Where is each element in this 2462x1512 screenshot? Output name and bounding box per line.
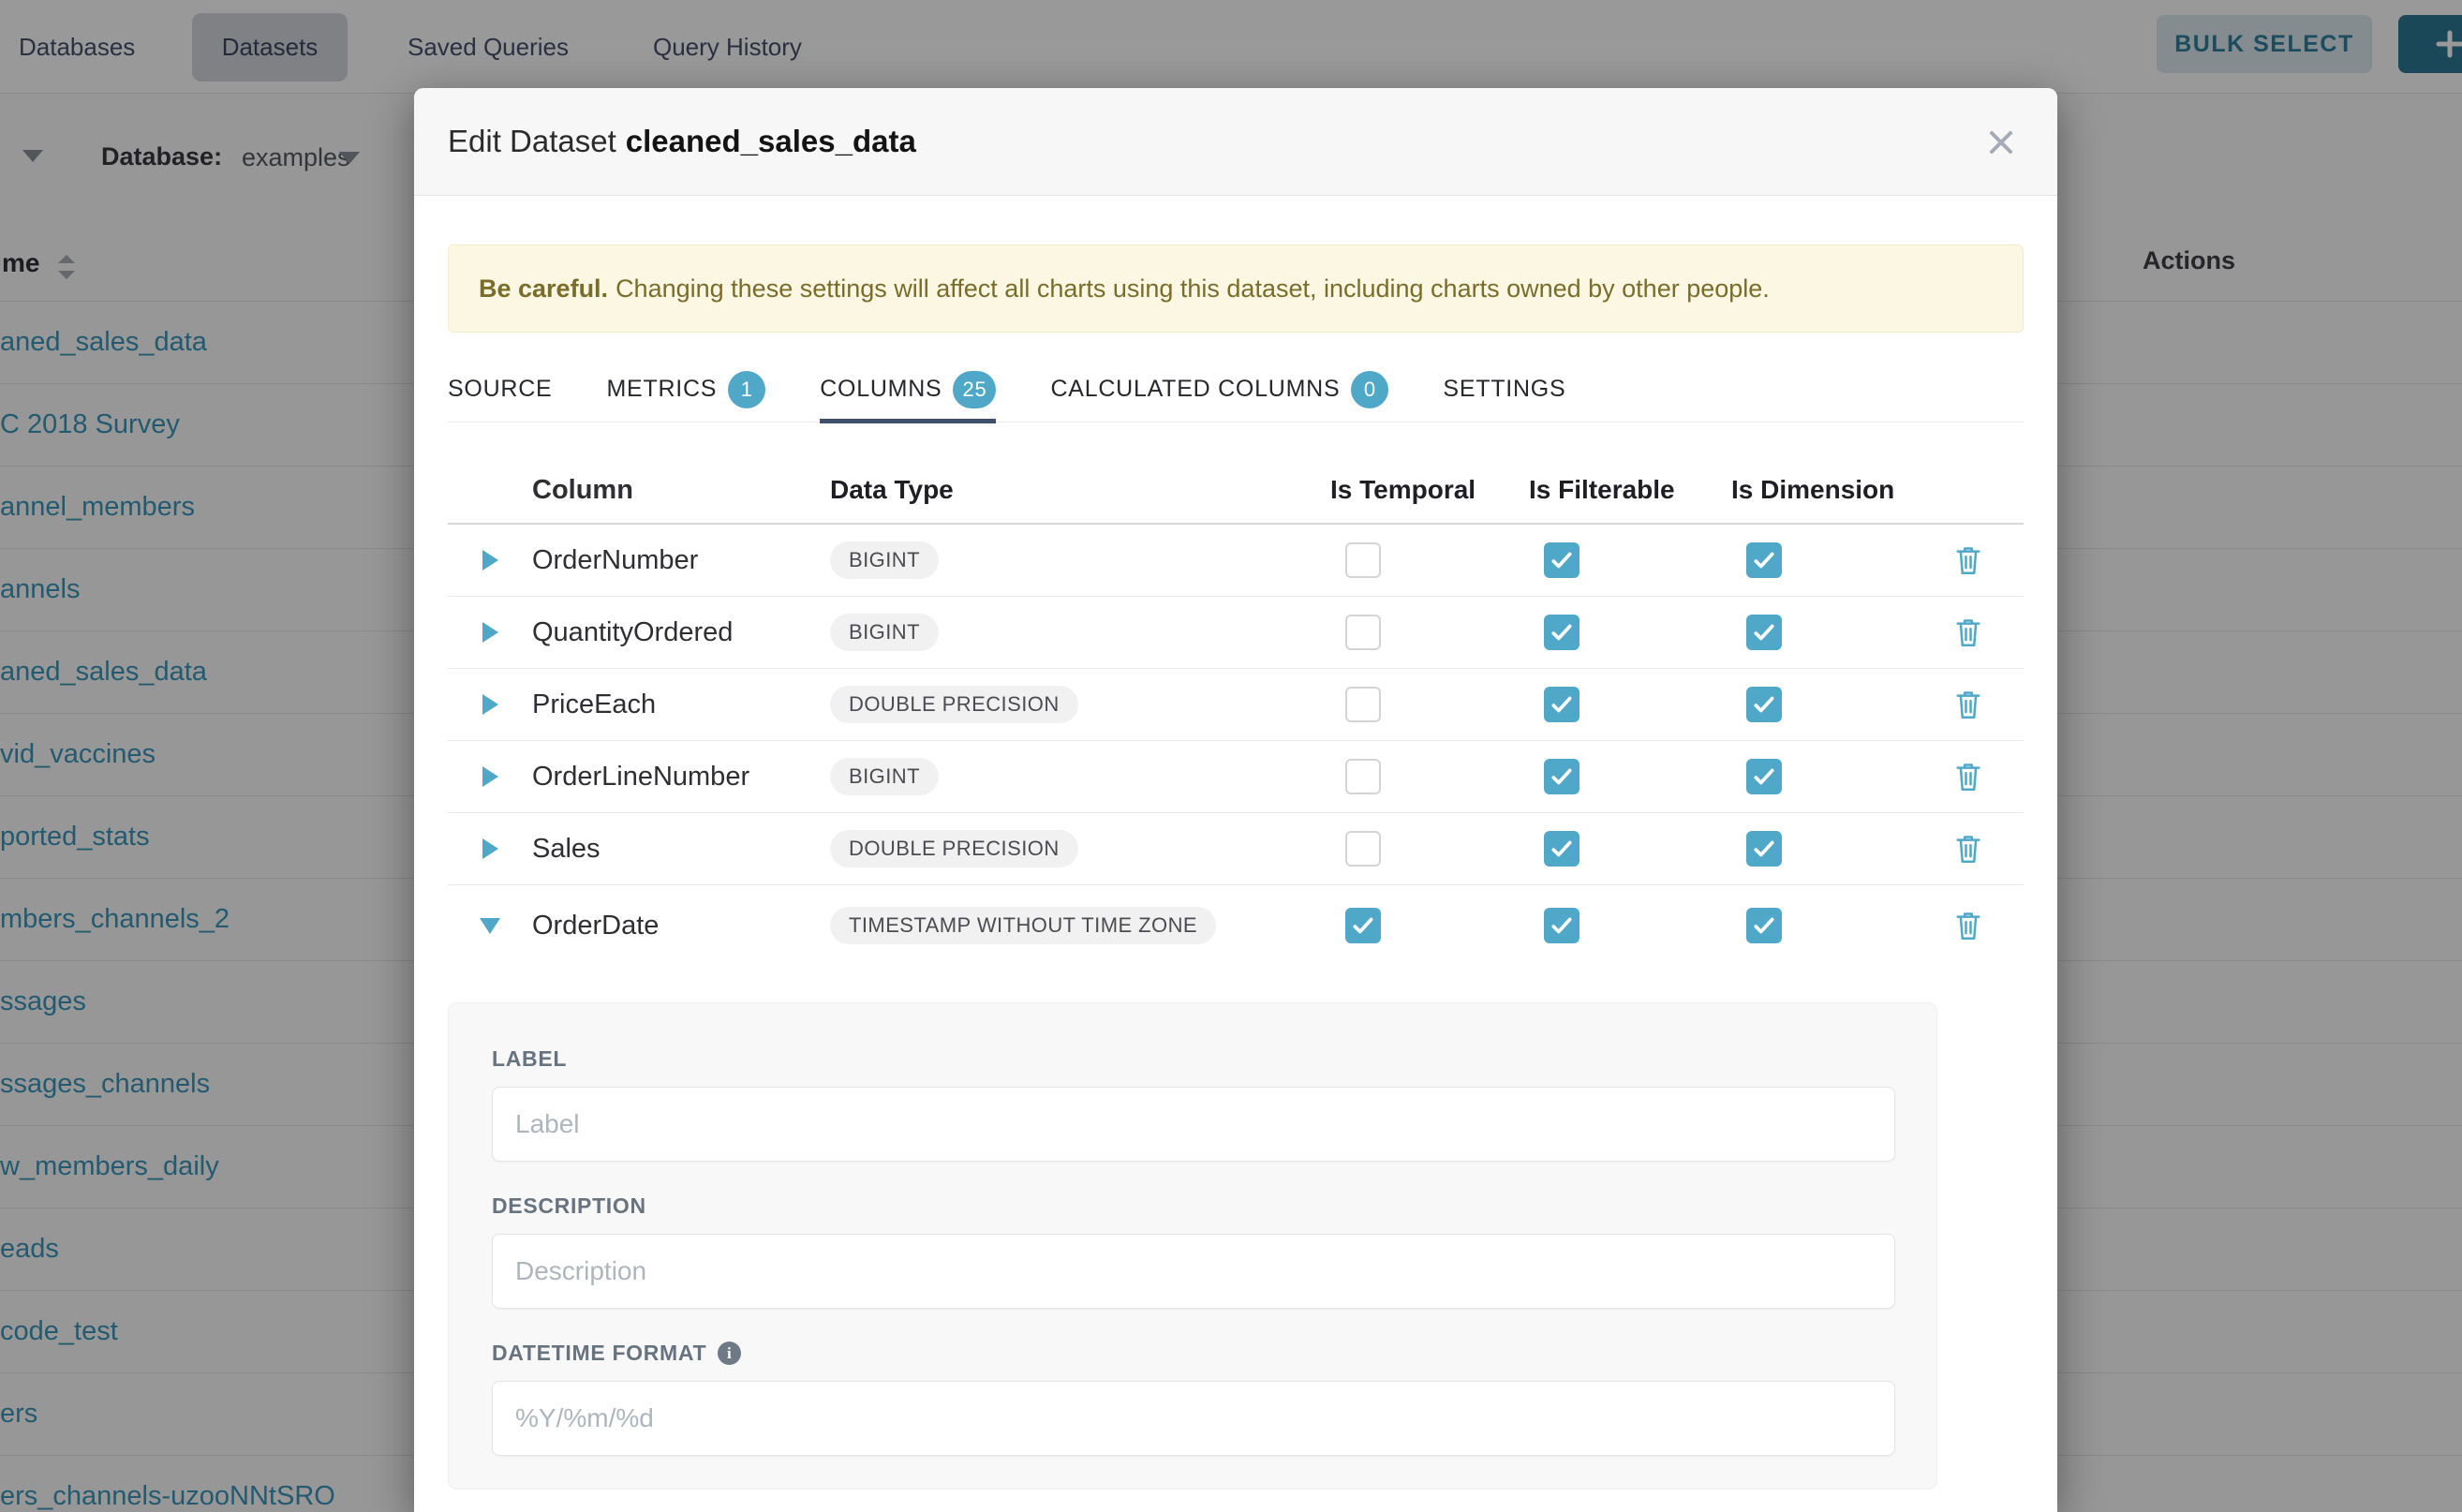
is-filterable-checkbox[interactable]	[1544, 831, 1580, 867]
expand-caret-icon[interactable]	[482, 550, 498, 571]
modal-title-prefix: Edit Dataset	[448, 124, 616, 158]
warning-banner: Be careful. Changing these settings will…	[448, 245, 2024, 333]
close-button[interactable]	[1982, 124, 2020, 161]
trash-icon	[1954, 910, 1982, 941]
data-type-pill: BIGINT	[830, 614, 939, 651]
columns-table-header: Column Data Type Is Temporal Is Filterab…	[448, 457, 2024, 525]
tab-settings-label: SETTINGS	[1443, 376, 1565, 403]
description-input[interactable]	[492, 1234, 1895, 1309]
column-name: PriceEach	[532, 689, 830, 720]
delete-column-button[interactable]	[1947, 761, 1990, 793]
tab-columns-label: COLUMNS	[820, 376, 942, 403]
screen: Databases Datasets Saved Queries Query H…	[0, 0, 2462, 1512]
is-dimension-checkbox[interactable]	[1746, 542, 1782, 578]
label-field-label: LABEL	[492, 1046, 1893, 1072]
column-name: QuantityOrdered	[532, 617, 830, 648]
trash-icon	[1954, 544, 1982, 576]
is-dimension-checkbox[interactable]	[1746, 687, 1782, 722]
header-is-dimension: Is Dimension	[1722, 475, 1937, 505]
column-name: OrderLineNumber	[532, 762, 830, 793]
table-row: PriceEach DOUBLE PRECISION	[448, 669, 2024, 741]
datetime-format-field-label: DATETIME FORMATi	[492, 1341, 1893, 1366]
is-temporal-checkbox[interactable]	[1345, 759, 1381, 794]
tab-metrics-label: METRICS	[606, 376, 717, 403]
delete-column-button[interactable]	[1947, 689, 1990, 720]
tab-columns[interactable]: COLUMNS 25	[820, 357, 996, 422]
data-type-pill: DOUBLE PRECISION	[830, 686, 1078, 723]
header-is-temporal: Is Temporal	[1321, 475, 1520, 505]
is-filterable-checkbox[interactable]	[1544, 615, 1580, 650]
table-row: Sales DOUBLE PRECISION	[448, 813, 2024, 885]
modal-title: Edit Dataset cleaned_sales_data	[448, 124, 916, 159]
column-detail-panel: LABEL DESCRIPTION DATETIME FORMATi	[448, 1002, 1937, 1490]
warning-bold: Be careful.	[479, 274, 608, 304]
is-filterable-checkbox[interactable]	[1544, 759, 1580, 794]
metrics-count-badge: 1	[728, 371, 765, 408]
trash-icon	[1954, 761, 1982, 793]
is-temporal-checkbox[interactable]	[1345, 687, 1381, 722]
table-row: QuantityOrdered BIGINT	[448, 597, 2024, 669]
edit-dataset-modal: Edit Dataset cleaned_sales_data Be carefu…	[414, 88, 2057, 1512]
trash-icon	[1954, 833, 1982, 865]
header-data-type: Data Type	[830, 475, 1321, 505]
columns-table: Column Data Type Is Temporal Is Filterab…	[448, 457, 2024, 1490]
delete-column-button[interactable]	[1947, 910, 1990, 941]
label-input[interactable]	[492, 1087, 1895, 1162]
warning-text: Changing these settings will affect all …	[616, 274, 1770, 304]
tab-source[interactable]: SOURCE	[448, 357, 552, 422]
is-filterable-checkbox[interactable]	[1544, 687, 1580, 722]
tab-source-label: SOURCE	[448, 376, 552, 403]
is-temporal-checkbox[interactable]	[1345, 908, 1381, 943]
table-row-expanded: OrderDate TIMESTAMP WITHOUT TIME ZONE	[448, 885, 2024, 966]
datetime-format-input[interactable]	[492, 1381, 1895, 1456]
description-field-label: DESCRIPTION	[492, 1193, 1893, 1219]
modal-tabs: SOURCE METRICS 1 COLUMNS 25 CALCULATED COL…	[448, 357, 2024, 422]
trash-icon	[1954, 616, 1982, 648]
modal-body: Be careful. Changing these settings will…	[414, 245, 2057, 1490]
expand-caret-icon[interactable]	[482, 694, 498, 715]
columns-count-badge: 25	[953, 371, 996, 408]
calculated-columns-count-badge: 0	[1351, 371, 1388, 408]
tab-metrics[interactable]: METRICS 1	[606, 357, 765, 422]
is-dimension-checkbox[interactable]	[1746, 759, 1782, 794]
data-type-pill: DOUBLE PRECISION	[830, 830, 1078, 867]
trash-icon	[1954, 689, 1982, 720]
is-dimension-checkbox[interactable]	[1746, 615, 1782, 650]
tab-calculated-columns[interactable]: CALCULATED COLUMNS 0	[1050, 357, 1388, 422]
modal-title-dataset-name: cleaned_sales_data	[626, 124, 916, 158]
is-temporal-checkbox[interactable]	[1345, 615, 1381, 650]
collapse-caret-icon[interactable]	[480, 918, 500, 934]
data-type-pill: BIGINT	[830, 541, 939, 579]
expand-caret-icon[interactable]	[482, 622, 498, 643]
delete-column-button[interactable]	[1947, 544, 1990, 576]
column-name: OrderDate	[532, 911, 830, 941]
expand-caret-icon[interactable]	[482, 838, 498, 859]
data-type-pill: BIGINT	[830, 758, 939, 795]
header-column: Column	[532, 475, 830, 506]
modal-header: Edit Dataset cleaned_sales_data	[414, 88, 2057, 196]
info-icon[interactable]: i	[718, 1342, 741, 1365]
is-temporal-checkbox[interactable]	[1345, 542, 1381, 578]
is-dimension-checkbox[interactable]	[1746, 831, 1782, 867]
table-row: OrderNumber BIGINT	[448, 525, 2024, 597]
is-filterable-checkbox[interactable]	[1544, 908, 1580, 943]
tab-calculated-columns-label: CALCULATED COLUMNS	[1050, 376, 1340, 403]
close-icon	[1986, 127, 2016, 157]
is-filterable-checkbox[interactable]	[1544, 542, 1580, 578]
table-row: OrderLineNumber BIGINT	[448, 741, 2024, 813]
header-is-filterable: Is Filterable	[1520, 475, 1722, 505]
is-temporal-checkbox[interactable]	[1345, 831, 1381, 867]
column-name: OrderNumber	[532, 545, 830, 576]
tab-settings[interactable]: SETTINGS	[1443, 357, 1565, 422]
delete-column-button[interactable]	[1947, 616, 1990, 648]
delete-column-button[interactable]	[1947, 833, 1990, 865]
data-type-pill: TIMESTAMP WITHOUT TIME ZONE	[830, 907, 1216, 944]
expand-caret-icon[interactable]	[482, 766, 498, 787]
column-name: Sales	[532, 834, 830, 865]
is-dimension-checkbox[interactable]	[1746, 908, 1782, 943]
